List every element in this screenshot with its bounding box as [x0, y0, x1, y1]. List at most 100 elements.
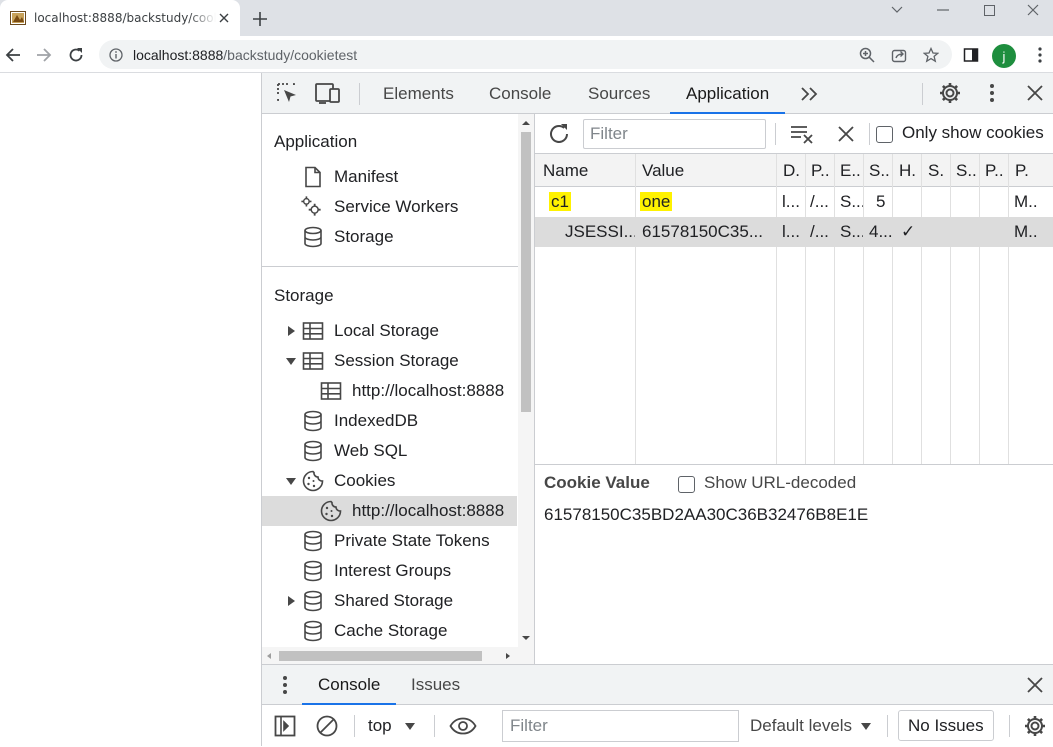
column-header-path[interactable]: P..: [811, 154, 833, 187]
sidebar-item-label: Manifest: [334, 167, 399, 186]
reload-icon[interactable]: [65, 44, 87, 66]
log-levels-dropdown[interactable]: Default levels: [750, 705, 872, 747]
close-devtools-icon[interactable]: [1022, 80, 1048, 106]
issues-button[interactable]: No Issues: [898, 710, 994, 741]
refresh-icon[interactable]: [546, 121, 572, 147]
sidebar-scrollbar-thumb[interactable]: [521, 132, 531, 412]
sidebar-item-websql[interactable]: Web SQL: [262, 436, 517, 466]
clear-filtered-icon[interactable]: [789, 121, 815, 147]
zoom-icon[interactable]: [859, 47, 875, 63]
cookie-filter-input[interactable]: [583, 119, 766, 149]
forward-icon[interactable]: [33, 44, 55, 66]
column-header-size[interactable]: S..: [869, 154, 891, 187]
close-drawer-icon[interactable]: [1022, 672, 1048, 698]
sidebar-hscroll-thumb[interactable]: [279, 651, 482, 661]
context-label: top: [368, 716, 392, 735]
table-icon: [302, 322, 324, 340]
cookie-httponly: ✓: [901, 222, 916, 241]
tab-search-icon[interactable]: [874, 0, 920, 20]
expand-arrow-icon[interactable]: [285, 325, 297, 337]
sidebar-item-label: IndexedDB: [334, 411, 419, 430]
settings-gear-icon[interactable]: [937, 80, 963, 106]
menu-icon[interactable]: [1029, 44, 1051, 66]
sidebar-item-storage[interactable]: Storage: [262, 222, 517, 252]
scroll-left-arrow-icon[interactable]: [266, 652, 272, 660]
show-url-decoded-checkbox[interactable]: [678, 476, 695, 493]
sidebar-item-interest-groups[interactable]: Interest Groups: [262, 556, 517, 586]
toolbar-divider: [434, 715, 435, 737]
column-header-secure[interactable]: S.: [928, 154, 948, 187]
sidebar-item-private-state-tokens[interactable]: Private State Tokens: [262, 526, 517, 556]
address-bar[interactable]: localhost:8888/backstudy/cookietest: [99, 40, 952, 69]
cookie-value: 61578150C35...: [642, 222, 763, 241]
collapse-arrow-icon[interactable]: [285, 355, 297, 367]
drawer-menu-icon[interactable]: [272, 672, 298, 698]
table-row[interactable]: c1 one l... /... S... 5 M..: [535, 187, 1053, 217]
application-sidebar: Application Manifest Service Workers Sto…: [262, 114, 535, 664]
column-header-httponly[interactable]: H.: [899, 154, 919, 187]
tab-divider: [359, 83, 360, 105]
cookie-value-title: Cookie Value: [544, 473, 650, 492]
table-row[interactable]: JSESSI... 61578150C35... l... /... S... …: [535, 217, 1053, 247]
device-toolbar-icon[interactable]: [315, 80, 341, 106]
sidebar-item-local-storage[interactable]: Local Storage: [262, 316, 517, 346]
sidebar-item-cache-storage[interactable]: Cache Storage: [262, 616, 517, 646]
profile-avatar[interactable]: j: [992, 44, 1016, 68]
expand-arrow-icon[interactable]: [285, 595, 297, 607]
sidebar-item-cookies[interactable]: Cookies: [262, 466, 517, 496]
drawer-tab-console[interactable]: Console: [302, 665, 397, 705]
sidebar-item-session-storage[interactable]: Session Storage: [262, 346, 517, 376]
sidebar-item-session-origin[interactable]: http://localhost:8888: [262, 376, 517, 406]
bookmark-star-icon[interactable]: [923, 47, 939, 63]
console-settings-gear-icon[interactable]: [1022, 713, 1048, 739]
browser-tab[interactable]: localhost:8888/backstudy/cookietest: [0, 0, 240, 36]
window-close-icon[interactable]: [1010, 0, 1053, 20]
side-panel-icon[interactable]: [960, 44, 982, 66]
tab-console[interactable]: Console: [489, 73, 551, 114]
show-sidebar-icon[interactable]: [272, 713, 298, 739]
column-header-partition[interactable]: P..: [985, 154, 1007, 187]
column-header-value[interactable]: Value: [642, 154, 772, 187]
customize-menu-icon[interactable]: [979, 80, 1005, 106]
sidebar-item-manifest[interactable]: Manifest: [262, 162, 517, 192]
column-header-expires[interactable]: E..: [840, 154, 862, 187]
column-header-domain[interactable]: D.: [783, 154, 803, 187]
toolbar-divider: [887, 715, 888, 737]
cookie-size: 5: [876, 192, 886, 211]
console-filter-input[interactable]: [502, 710, 739, 742]
column-header-name[interactable]: Name: [543, 154, 633, 187]
sidebar-item-service-workers[interactable]: Service Workers: [262, 192, 517, 222]
collapse-arrow-icon[interactable]: [285, 475, 297, 487]
drawer-tab-issues[interactable]: Issues: [411, 665, 460, 705]
inspect-element-icon[interactable]: [274, 80, 300, 106]
tab-sources[interactable]: Sources: [588, 73, 650, 114]
site-info-icon[interactable]: [109, 47, 123, 62]
tab-application[interactable]: Application: [670, 73, 786, 114]
scroll-up-arrow-icon[interactable]: [521, 120, 531, 126]
maximize-icon[interactable]: [966, 0, 1012, 20]
scroll-right-arrow-icon[interactable]: [505, 652, 511, 660]
context-selector[interactable]: top: [368, 705, 416, 747]
only-show-cookies-checkbox[interactable]: [876, 126, 893, 143]
tab-elements[interactable]: Elements: [383, 73, 454, 114]
delete-selected-icon[interactable]: [833, 121, 859, 147]
sidebar-item-cookies-origin[interactable]: http://localhost:8888: [262, 496, 517, 526]
share-icon[interactable]: [891, 47, 907, 63]
toolbar-divider: [354, 715, 355, 737]
tab-close-icon[interactable]: [216, 10, 232, 26]
sidebar-item-shared-storage[interactable]: Shared Storage: [262, 586, 517, 616]
live-expression-eye-icon[interactable]: [448, 713, 478, 739]
minimize-icon[interactable]: [920, 0, 966, 20]
cookie-value-panel: Cookie Value Show URL-decoded 61578150C3…: [535, 465, 1053, 664]
scroll-down-arrow-icon[interactable]: [521, 635, 531, 641]
cookie-value: one: [640, 192, 673, 211]
new-tab-icon[interactable]: [250, 9, 270, 29]
clear-console-icon[interactable]: [314, 713, 340, 739]
database-icon: [304, 590, 322, 612]
back-icon[interactable]: [2, 44, 24, 66]
column-header-priority[interactable]: P.: [1015, 154, 1037, 187]
more-tabs-icon[interactable]: [797, 81, 823, 107]
cookie-value-text: 61578150C35BD2AA30C36B32476B8E1E: [544, 505, 869, 524]
sidebar-item-indexeddb[interactable]: IndexedDB: [262, 406, 517, 436]
column-header-samesite[interactable]: S..: [956, 154, 978, 187]
